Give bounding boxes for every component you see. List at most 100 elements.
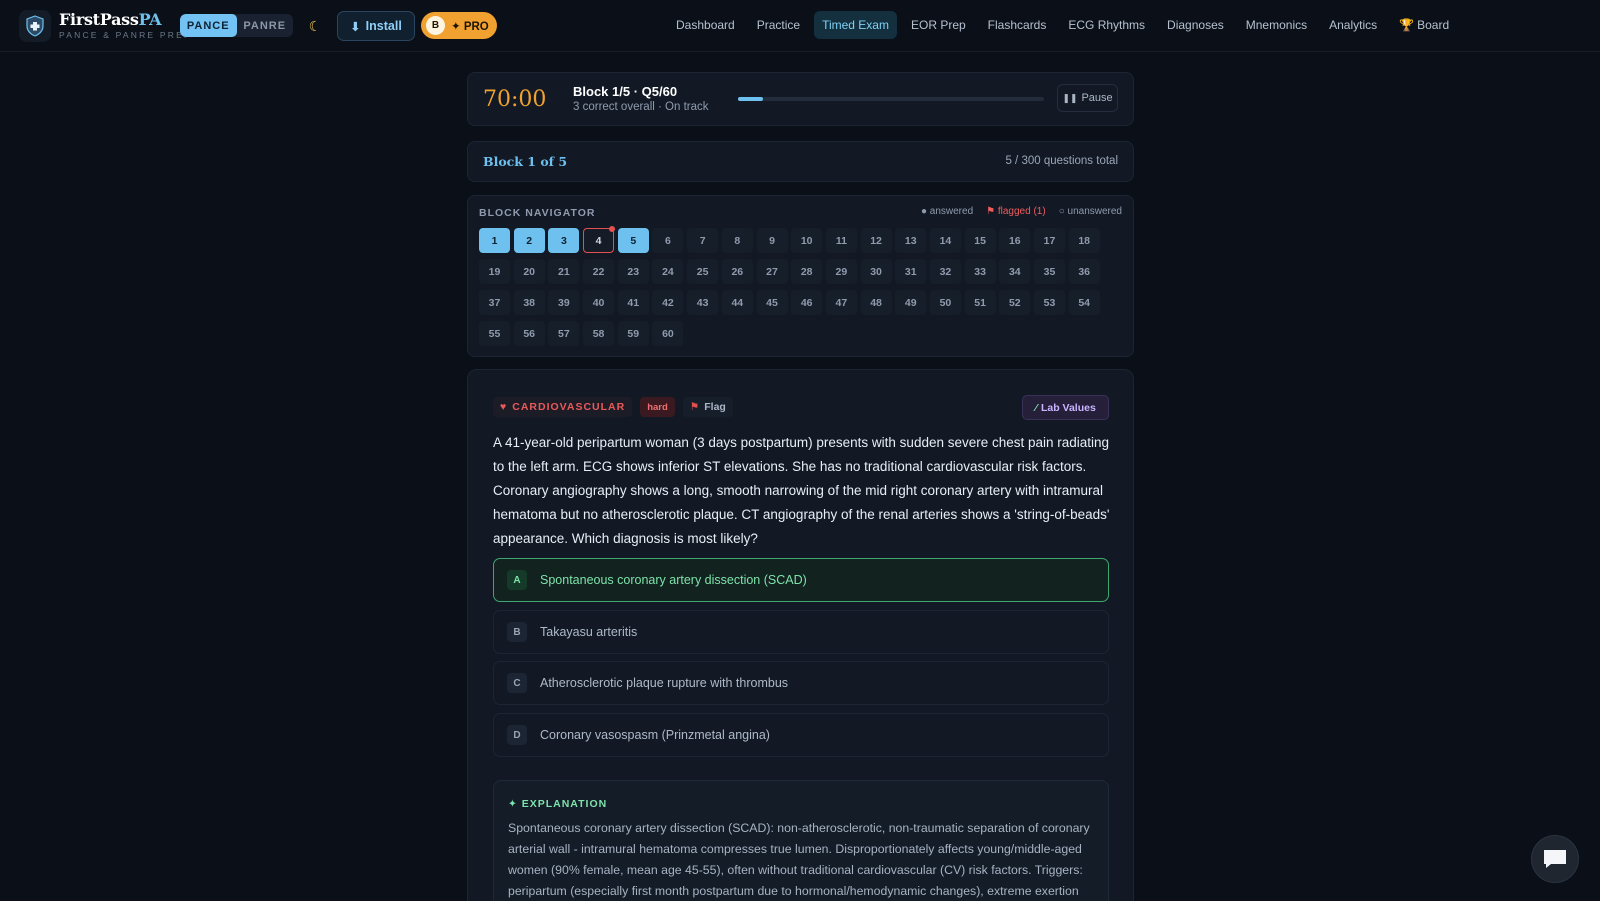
nav-dashboard[interactable]: Dashboard xyxy=(668,11,743,39)
question-nav-cell[interactable]: 55 xyxy=(479,321,510,346)
question-grid: 1 2 3 4 5 6 7 8 9 10 11 12 13 14 15 16 17 18 19 20 21 22 23 24 2… xyxy=(479,226,1100,346)
lab-values-button[interactable]: ⁄ Lab Values xyxy=(1022,395,1109,420)
question-nav-cell[interactable]: 21 xyxy=(548,259,580,284)
question-nav-cell[interactable]: 22 xyxy=(583,259,615,284)
flag-icon: ⚑ xyxy=(689,401,700,413)
question-nav-cell[interactable]: 18 xyxy=(1068,228,1100,253)
question-nav-cell[interactable]: 32 xyxy=(929,259,961,284)
pro-button[interactable]: B ✦ PRO xyxy=(421,12,497,39)
question-nav-cell[interactable]: 43 xyxy=(687,290,719,315)
nav-mnemonics[interactable]: Mnemonics xyxy=(1238,11,1315,39)
question-nav-cell[interactable]: 25 xyxy=(687,259,719,284)
question-nav-cell[interactable]: 56 xyxy=(513,321,545,346)
question-nav-cell[interactable]: 3 xyxy=(548,228,580,253)
question-nav-cell[interactable]: 28 xyxy=(791,259,823,284)
logo-icon[interactable] xyxy=(19,10,51,42)
question-nav-cell[interactable]: 37 xyxy=(479,290,510,315)
question-nav-cell[interactable]: 1 xyxy=(479,228,510,253)
question-nav-cell[interactable]: 24 xyxy=(652,259,684,284)
legend-answered: ● answered xyxy=(920,206,974,217)
question-nav-cell[interactable]: 5 xyxy=(617,228,649,253)
question-nav-cell[interactable]: 29 xyxy=(825,259,857,284)
question-nav-cell[interactable]: 23 xyxy=(617,259,649,284)
answer-option-b[interactable]: B Takayasu arteritis xyxy=(493,610,1109,654)
brand[interactable]: FirstPassPA PANCE & PANRE PREP xyxy=(59,10,192,40)
answer-option-c[interactable]: C Atherosclerotic plaque rupture with th… xyxy=(493,661,1109,705)
category-badge: ♥ CARDIOVASCULAR xyxy=(493,397,633,417)
nav-board-label: Board xyxy=(1417,18,1450,32)
chat-button[interactable] xyxy=(1531,835,1579,883)
question-nav-cell[interactable]: 10 xyxy=(791,228,823,253)
navigator-legend: ● answered ⚑ flagged (1) ○ unanswered xyxy=(921,206,1122,217)
question-nav-cell[interactable]: 41 xyxy=(617,290,649,315)
question-nav-cell[interactable]: 27 xyxy=(756,259,788,284)
install-button[interactable]: ⬇ Install xyxy=(337,11,415,41)
question-nav-cell[interactable]: 15 xyxy=(964,228,996,253)
question-nav-cell[interactable]: 2 xyxy=(513,228,545,253)
question-nav-cell[interactable]: 46 xyxy=(791,290,823,315)
question-nav-cell[interactable]: 52 xyxy=(999,290,1031,315)
question-nav-cell[interactable]: 58 xyxy=(583,321,615,346)
question-nav-cell[interactable]: 4 xyxy=(583,226,616,253)
question-nav-cell[interactable]: 14 xyxy=(929,228,961,253)
question-nav-cell[interactable]: 57 xyxy=(548,321,580,346)
theme-toggle-button[interactable]: ☾ xyxy=(303,14,327,38)
question-nav-cell[interactable]: 42 xyxy=(652,290,684,315)
option-text: Atherosclerotic plaque rupture with thro… xyxy=(540,676,789,690)
question-nav-cell[interactable]: 38 xyxy=(513,290,545,315)
nav-eor-prep[interactable]: EOR Prep xyxy=(903,11,974,39)
question-nav-cell[interactable]: 11 xyxy=(825,228,857,253)
question-nav-cell[interactable]: 31 xyxy=(895,259,927,284)
install-label: Install xyxy=(365,19,402,33)
question-nav-cell[interactable]: 20 xyxy=(513,259,545,284)
avatar: B xyxy=(426,16,445,35)
brand-name: FirstPassPA xyxy=(59,10,162,29)
question-nav-cell[interactable]: 16 xyxy=(999,228,1031,253)
question-nav-cell[interactable]: 7 xyxy=(687,228,719,253)
question-nav-cell[interactable]: 9 xyxy=(756,228,788,253)
question-nav-cell[interactable]: 40 xyxy=(583,290,615,315)
mode-pance-button[interactable]: PANCE xyxy=(180,14,237,37)
mode-panre-button[interactable]: PANRE xyxy=(237,14,294,37)
nav-practice[interactable]: Practice xyxy=(749,11,808,39)
question-nav-cell[interactable]: 36 xyxy=(1068,259,1100,284)
nav-flashcards[interactable]: Flashcards xyxy=(980,11,1055,39)
question-nav-cell[interactable]: 39 xyxy=(548,290,580,315)
nav-analytics[interactable]: Analytics xyxy=(1321,11,1385,39)
exam-progress-fill xyxy=(738,97,764,101)
answer-option-a[interactable]: A Spontaneous coronary artery dissection… xyxy=(493,558,1109,602)
nav-ecg-rhythms[interactable]: ECG Rhythms xyxy=(1060,11,1153,39)
question-nav-cell[interactable]: 53 xyxy=(1034,290,1065,315)
question-nav-cell[interactable]: 13 xyxy=(895,228,927,253)
question-nav-cell[interactable]: 54 xyxy=(1068,290,1100,315)
pause-icon: ❚❚ xyxy=(1062,92,1078,103)
question-nav-cell[interactable]: 50 xyxy=(929,290,961,315)
question-nav-cell[interactable]: 33 xyxy=(964,259,996,284)
answer-option-d[interactable]: D Coronary vasospasm (Prinzmetal angina) xyxy=(493,713,1109,757)
question-nav-cell[interactable]: 35 xyxy=(1034,259,1065,284)
question-nav-cell[interactable]: 12 xyxy=(860,228,892,253)
option-letter: A xyxy=(507,570,527,590)
pause-button[interactable]: ❚❚ Pause xyxy=(1057,84,1118,112)
question-nav-cell[interactable]: 8 xyxy=(721,228,753,253)
question-nav-cell[interactable]: 49 xyxy=(895,290,927,315)
question-nav-cell[interactable]: 60 xyxy=(652,321,684,346)
block-question-position: Block 1/5 · Q5/60 xyxy=(573,84,678,99)
question-nav-cell[interactable]: 19 xyxy=(479,259,510,284)
question-nav-cell[interactable]: 44 xyxy=(721,290,753,315)
question-nav-cell[interactable]: 26 xyxy=(721,259,753,284)
nav-diagnoses[interactable]: Diagnoses xyxy=(1159,11,1232,39)
question-nav-cell[interactable]: 17 xyxy=(1034,228,1065,253)
question-nav-cell[interactable]: 30 xyxy=(860,259,892,284)
nav-timed-exam[interactable]: Timed Exam xyxy=(814,11,897,39)
question-nav-cell[interactable]: 59 xyxy=(617,321,649,346)
flag-button[interactable]: ⚑ Flag xyxy=(682,397,733,417)
question-nav-cell[interactable]: 51 xyxy=(964,290,996,315)
question-nav-cell[interactable]: 47 xyxy=(825,290,857,315)
question-nav-cell[interactable]: 6 xyxy=(652,228,684,253)
explanation-heading: ✦ EXPLANATION xyxy=(508,798,608,810)
nav-board[interactable]: 🏆 Board xyxy=(1391,11,1457,39)
question-nav-cell[interactable]: 48 xyxy=(860,290,892,315)
question-nav-cell[interactable]: 34 xyxy=(999,259,1031,284)
question-nav-cell[interactable]: 45 xyxy=(756,290,788,315)
